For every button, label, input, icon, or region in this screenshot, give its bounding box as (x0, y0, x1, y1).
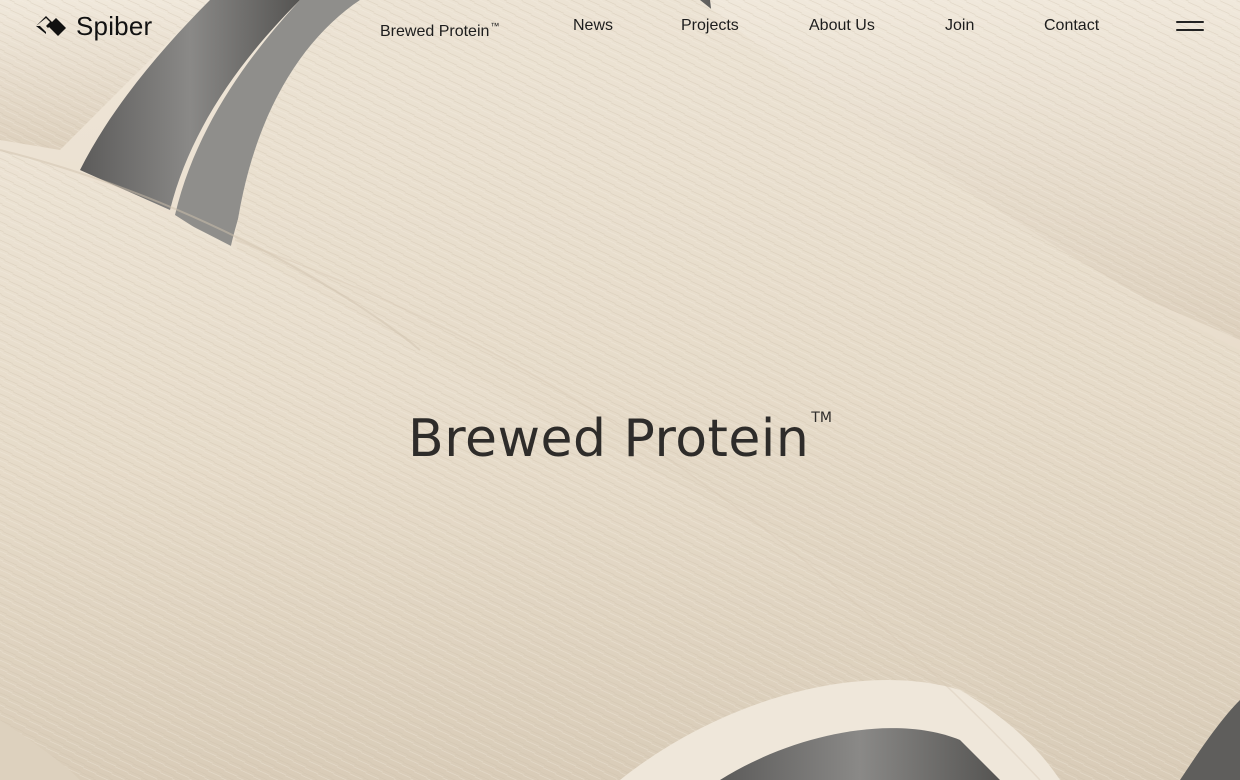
hero-title-text: Brewed Protein (408, 408, 810, 469)
menu-line-bottom (1176, 29, 1204, 31)
nav-brewed-protein-label: Brewed Protein (380, 23, 490, 40)
nav-about-us[interactable]: About Us (809, 16, 875, 36)
main-nav: Brewed Protein™ News Projects About Us J… (0, 16, 1240, 40)
hero-title-trademark: TM (811, 409, 832, 426)
nav-brewed-protein[interactable]: Brewed Protein™ (380, 16, 499, 42)
site-header: Spiber Brewed Protein™ News Projects Abo… (0, 0, 1240, 52)
nav-contact[interactable]: Contact (1044, 16, 1099, 36)
nav-news[interactable]: News (573, 16, 613, 36)
hamburger-menu-icon[interactable] (1176, 18, 1204, 34)
nav-join[interactable]: Join (945, 16, 974, 36)
menu-line-top (1176, 21, 1204, 23)
nav-projects[interactable]: Projects (681, 16, 739, 36)
hero-title: Brewed Protein TM (0, 383, 1240, 474)
trademark-sign: ™ (490, 21, 500, 31)
